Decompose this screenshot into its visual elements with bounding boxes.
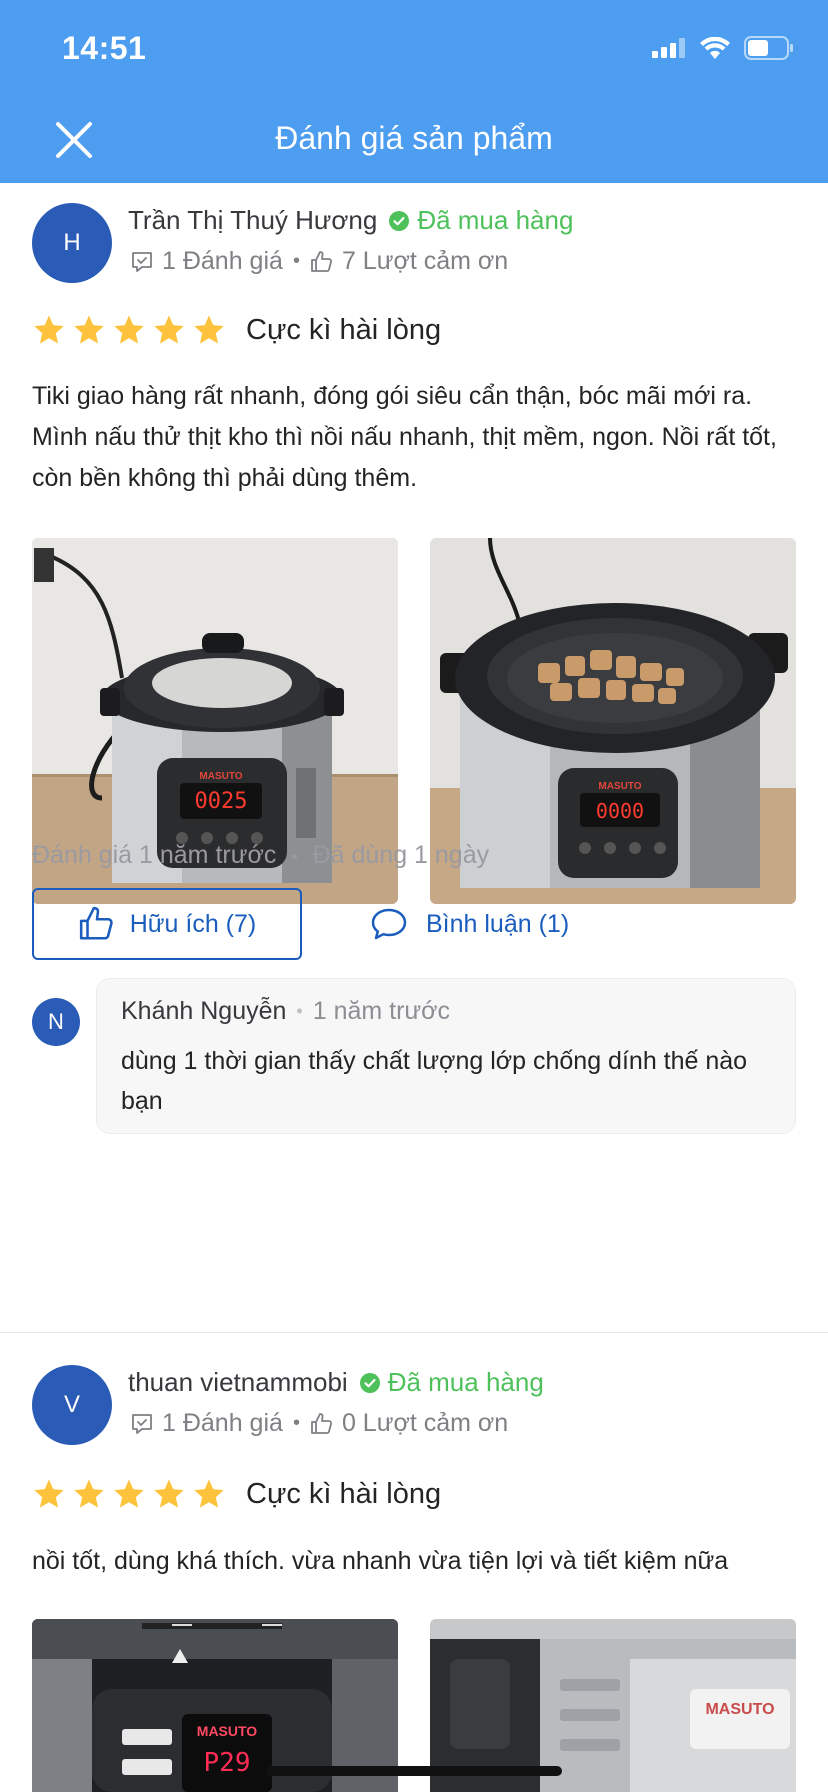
home-indicator[interactable] <box>266 1766 562 1776</box>
star-icon <box>114 315 144 344</box>
photo-display-text: P29 <box>204 1748 251 1778</box>
star-icon <box>74 1479 104 1508</box>
cellular-signal-icon <box>652 38 686 63</box>
comment-icon <box>371 908 407 940</box>
star-icon <box>114 1479 144 1508</box>
meta-separator: • <box>292 1412 300 1434</box>
comment-header: Khánh Nguyễn • 1 năm trước <box>121 997 450 1026</box>
review-card: V thuan vietnammobi Đã mua hàng 1 Đánh g… <box>0 1333 828 1792</box>
star-icon <box>154 1479 184 1508</box>
purchased-label: Đã mua hàng <box>417 205 574 235</box>
review-icon <box>130 250 154 274</box>
reviewer-meta: 1 Đánh giá • 0 Lượt cảm ơn <box>130 1409 508 1438</box>
battery-icon <box>744 36 794 65</box>
reviewer-info: Trần Thị Thuý Hương Đã mua hàng <box>128 205 573 236</box>
comment-author: Khánh Nguyễn <box>121 997 287 1025</box>
reviewer-name: thuan vietnammobi <box>128 1367 348 1397</box>
app-header: 14:51 Đánh giá sản phẩm <box>0 0 828 183</box>
photo-brand-text: MASUTO <box>705 1701 774 1718</box>
review-date: Đánh giá 1 năm trước <box>32 841 277 869</box>
comment-time: 1 năm trước <box>312 997 451 1025</box>
reviewer-name: Trần Thị Thuý Hương <box>128 205 378 235</box>
review-text: nồi tốt, dùng khá thích. vừa nhanh vừa t… <box>32 1547 729 1575</box>
photo-display-text: 0025 <box>195 789 248 814</box>
star-icon <box>194 1479 224 1508</box>
comment-avatar: N <box>32 998 80 1046</box>
page-title: Đánh giá sản phẩm <box>275 120 553 156</box>
star-icon <box>194 315 224 344</box>
review-icon <box>130 1412 154 1436</box>
photo-display-text: 0000 <box>596 799 644 823</box>
meta-separator: • <box>296 1001 303 1021</box>
comment-box: Khánh Nguyễn • 1 năm trước dùng 1 thời g… <box>96 978 796 1134</box>
star-rating <box>32 1477 226 1511</box>
comment-text: dùng 1 thời gian thấy chất lượng lớp chố… <box>121 1047 748 1115</box>
star-icon <box>34 315 64 344</box>
star-rating <box>32 313 226 347</box>
check-circle-icon <box>359 1372 380 1393</box>
thanks-count: 0 Lượt cảm ơn <box>341 1409 509 1437</box>
photo-brand-text: MASUTO <box>199 771 242 782</box>
helpful-button[interactable]: Hữu ích (7) <box>32 888 302 960</box>
comment-label: Bình luận (1) <box>426 909 570 938</box>
rating: Cực kì hài lòng <box>32 1477 441 1511</box>
star-icon <box>154 315 184 344</box>
star-icon <box>34 1479 64 1508</box>
review-card: H Trần Thị Thuý Hương Đã mua hàng 1 Đánh… <box>0 183 828 1333</box>
review-text: Tiki giao hàng rất nhanh, đóng gói siêu … <box>32 382 777 492</box>
status-icons <box>652 36 794 65</box>
thanks-count: 7 Lượt cảm ơn <box>341 247 509 275</box>
reviewer-meta: 1 Đánh giá • 7 Lượt cảm ơn <box>130 247 508 276</box>
purchased-label: Đã mua hàng <box>387 1367 544 1397</box>
rating: Cực kì hài lòng <box>32 313 441 347</box>
photo-brand-text: MASUTO <box>197 1723 258 1739</box>
reviewer-info: thuan vietnammobi Đã mua hàng <box>128 1367 544 1398</box>
thumbs-up-icon <box>310 1412 334 1436</box>
review-date-row: Đánh giá 1 năm trước • Đã dùng 1 ngày <box>32 841 489 870</box>
avatar: V <box>32 1365 112 1445</box>
purchased-badge: Đã mua hàng <box>389 205 573 236</box>
wifi-icon <box>700 36 730 64</box>
review-count: 1 Đánh giá <box>162 247 283 275</box>
avatar: H <box>32 203 112 283</box>
thumbs-up-icon <box>310 250 334 274</box>
used-duration: Đã dùng 1 ngày <box>312 841 490 869</box>
comment-button[interactable]: Bình luận (1) <box>370 888 569 960</box>
helpful-label: Hữu ích (7) <box>129 909 257 938</box>
rating-label: Cực kì hài lòng <box>246 1477 442 1510</box>
meta-separator: • <box>291 847 298 867</box>
purchased-badge: Đã mua hàng <box>359 1367 544 1398</box>
check-circle-icon <box>389 210 410 231</box>
star-icon <box>74 315 104 344</box>
status-time: 14:51 <box>62 30 147 66</box>
thumbs-up-icon <box>79 906 113 940</box>
photo-brand-text: MASUTO <box>598 781 641 792</box>
review-count: 1 Đánh giá <box>162 1409 283 1437</box>
rating-label: Cực kì hài lòng <box>246 313 442 346</box>
meta-separator: • <box>292 250 300 272</box>
